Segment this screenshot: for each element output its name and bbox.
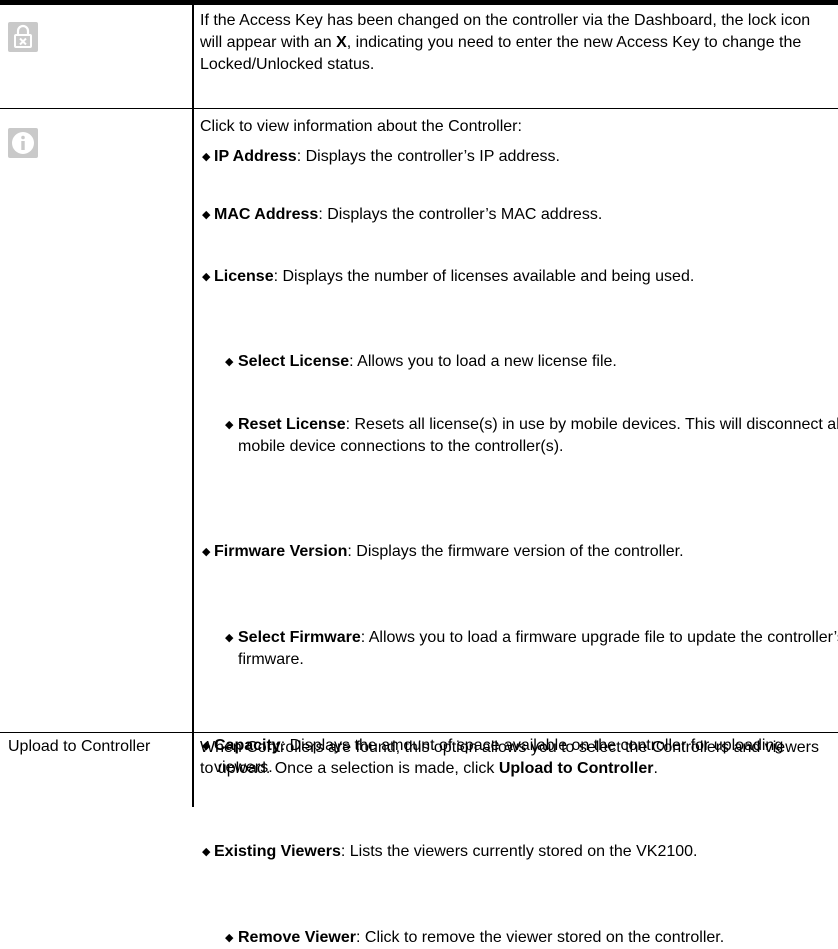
lock-x-icon <box>8 22 38 52</box>
list-item: ◆ Existing Viewers: Lists the viewers cu… <box>200 841 838 863</box>
info-intro: Click to view information about the Cont… <box>200 118 522 135</box>
list-item: ◆ License: Displays the number of licens… <box>200 266 838 288</box>
table-top-rule <box>0 0 838 5</box>
info-icon <box>8 128 38 158</box>
row-label-upload: Upload to Controller <box>8 738 151 755</box>
row-divider <box>0 732 838 733</box>
list-item: ◆ MAC Address: Displays the controller’s… <box>200 204 838 226</box>
diamond-bullet-icon: ◆ <box>225 932 234 944</box>
row-upload-description: When Controllers are found, this option … <box>200 739 819 777</box>
diamond-bullet-icon: ◆ <box>225 632 234 644</box>
diamond-bullet-icon: ◆ <box>202 271 211 283</box>
sub-list-item: ◆ Remove Viewer: Click to remove the vie… <box>200 927 838 949</box>
row-divider <box>0 108 838 109</box>
row-lock-description: If the Access Key has been changed on th… <box>200 12 811 73</box>
diamond-bullet-icon: ◆ <box>202 846 211 858</box>
diamond-bullet-icon: ◆ <box>202 546 211 558</box>
row-info-description: Click to view information about the Cont… <box>200 116 830 138</box>
sub-list-item: ◆ Select License: Allows you to load a n… <box>200 351 838 373</box>
diamond-bullet-icon: ◆ <box>225 356 234 368</box>
column-divider <box>192 5 194 807</box>
sub-list-item: ◆ Reset License: Resets all license(s) i… <box>225 416 838 455</box>
diamond-bullet-icon: ◆ <box>202 151 211 163</box>
list-item: ◆ Firmware Version: Displays the firmwar… <box>200 541 838 563</box>
diamond-bullet-icon: ◆ <box>202 209 211 221</box>
list-item: ◆ IP Address: Displays the controller’s … <box>200 146 838 168</box>
diamond-bullet-icon: ◆ <box>225 419 234 431</box>
sub-list-item: ◆ Select Firmware: Allows you to load a … <box>225 629 838 668</box>
